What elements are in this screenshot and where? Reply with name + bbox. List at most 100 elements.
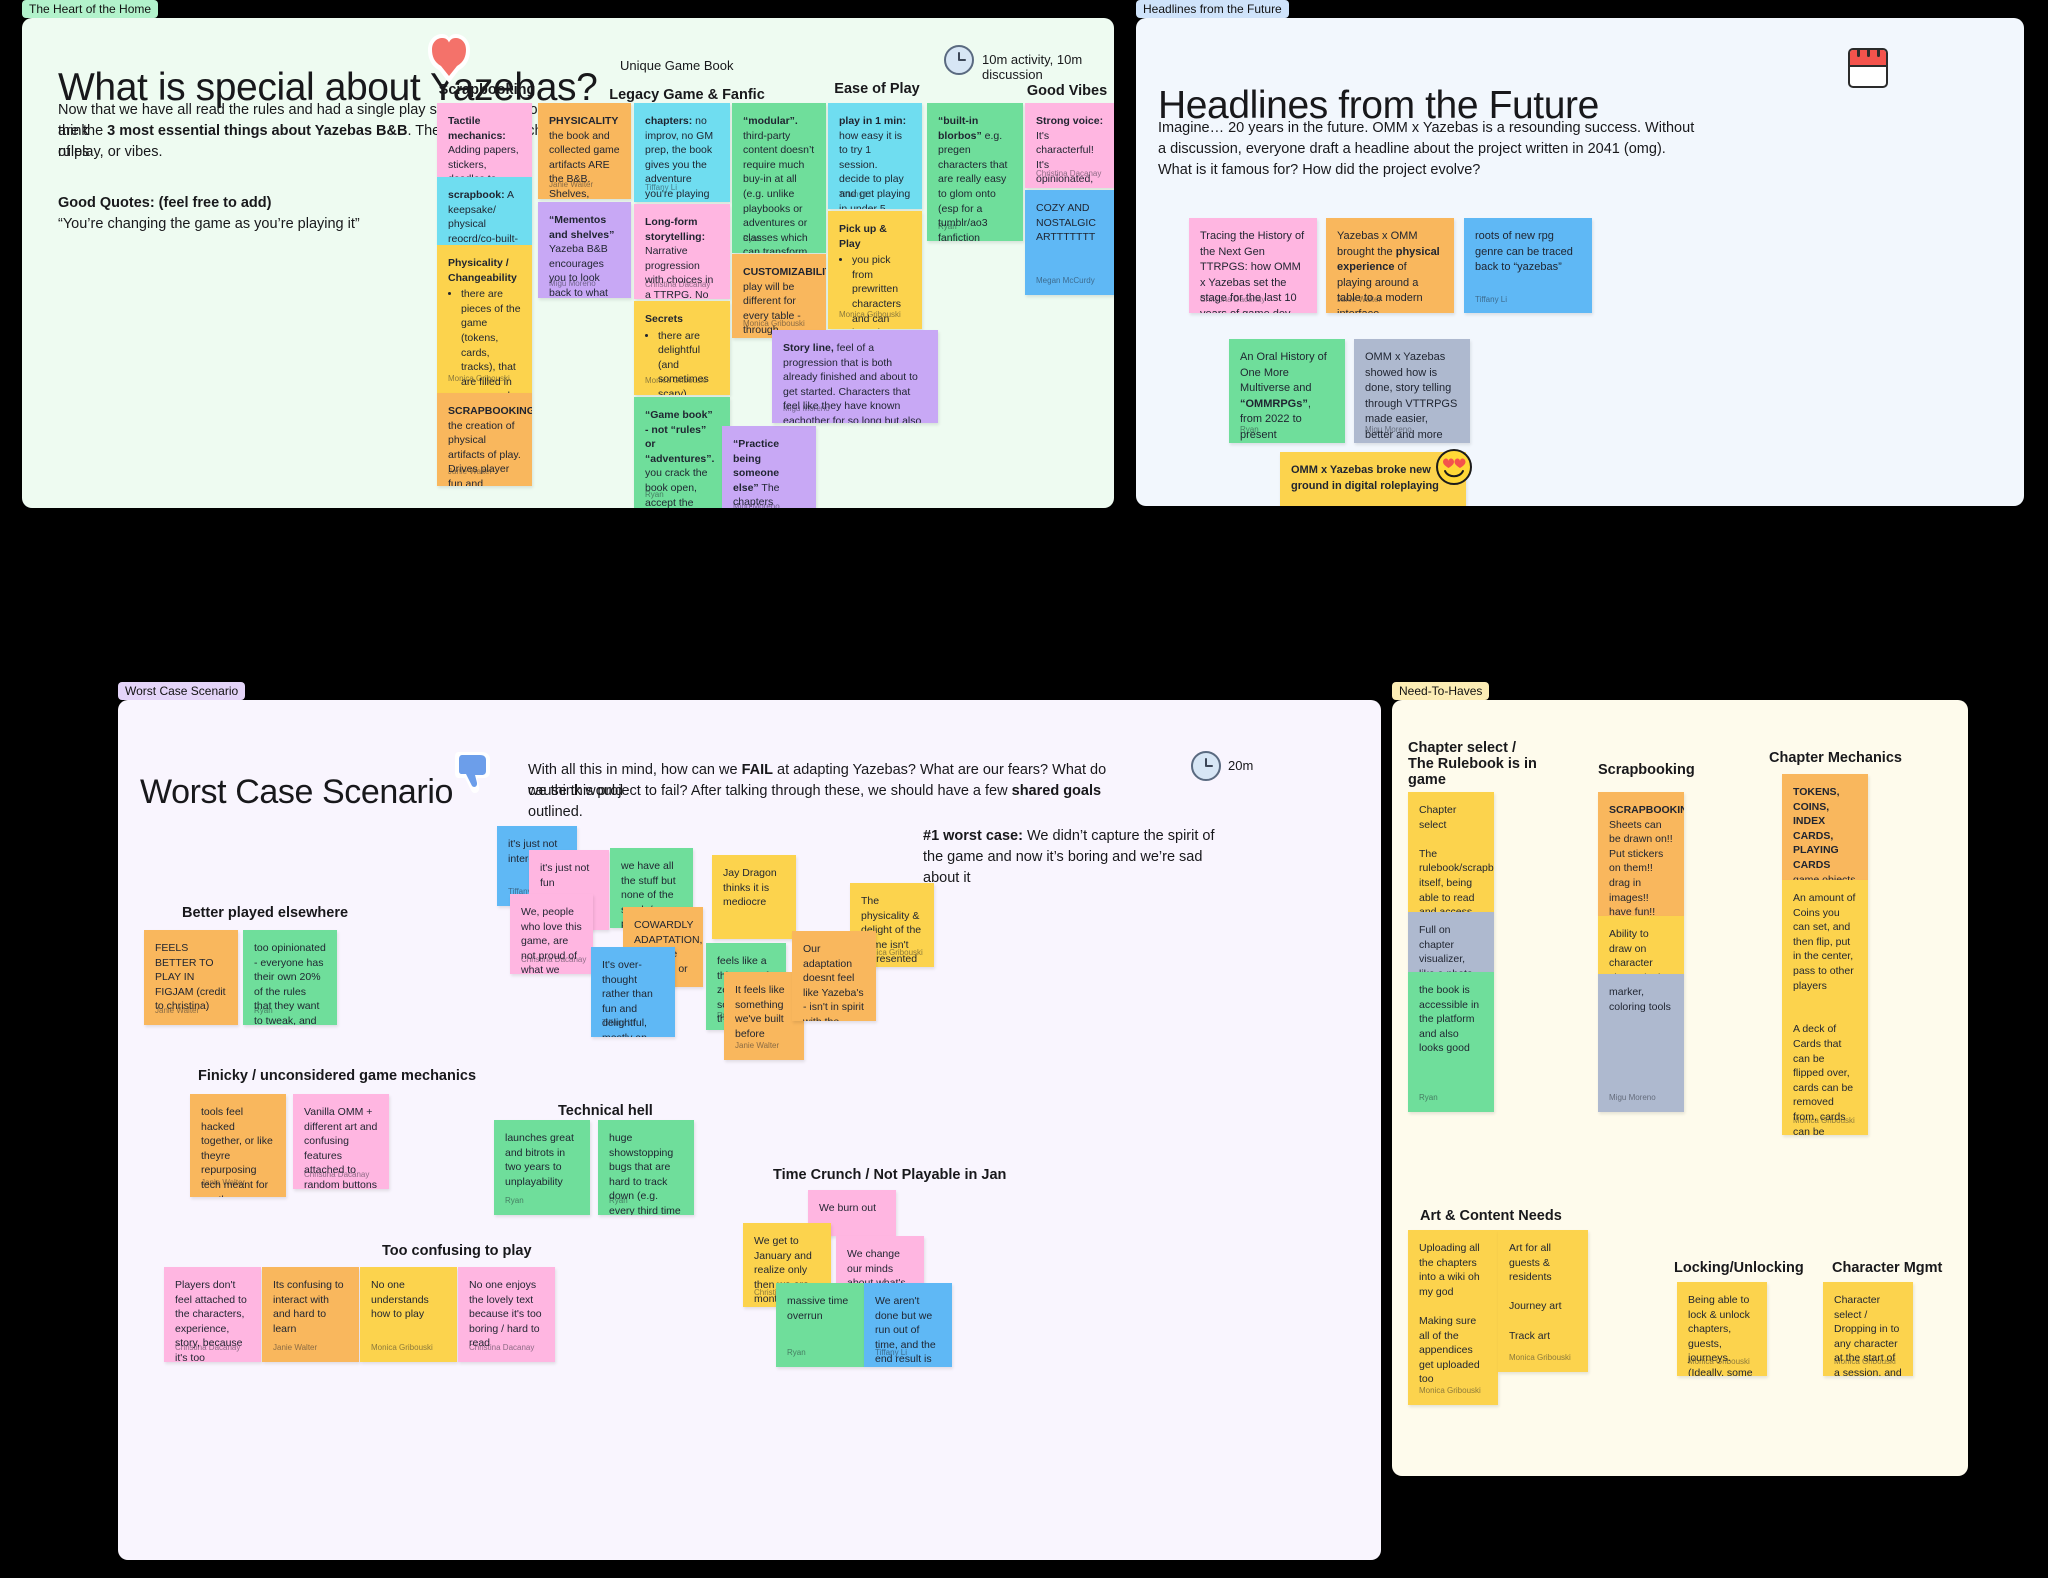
sticky-note[interactable]: roots of new rpg genre can be traced bac… <box>1464 218 1592 313</box>
sticky-note[interactable]: Physicality / Changeability there are pi… <box>437 245 532 393</box>
note-bold: Story line, <box>783 342 834 354</box>
page-title-worst: Worst Case Scenario <box>140 772 454 811</box>
sticky-note[interactable]: Story line, feel of a progression that i… <box>772 330 938 423</box>
heart-eyes-smiley-icon <box>1435 448 1473 486</box>
sticky-note[interactable]: Chapter select The rulebook/scrapbook it… <box>1408 792 1494 912</box>
sticky-note[interactable]: “Practice being someone else” The chapte… <box>722 426 816 508</box>
sticky-note[interactable]: TOKENS, COINS, INDEX CARDS, PLAYING CARD… <box>1782 774 1868 880</box>
sticky-note[interactable]: Yazebas x OMM brought the physical exper… <box>1326 218 1454 313</box>
sticky-note[interactable]: FEELS BETTER TO PLAY IN FIGJAM (credit t… <box>144 930 238 1025</box>
sticky-note[interactable]: It's over-thought rather than fun and de… <box>591 947 675 1037</box>
sticky-note[interactable]: Our adaptation doesnt feel like Yazeba's… <box>792 931 876 1021</box>
sticky-note[interactable]: COZY AND NOSTALGIC ARTTTTTTT Megan McCur… <box>1025 190 1114 295</box>
note-author: Tiffany Li <box>1475 294 1508 304</box>
note-bold: Secrets <box>645 313 683 325</box>
sticky-note[interactable]: Ability to draw on character sheets / ru… <box>1598 916 1684 974</box>
note-author: Monica Gribouski <box>839 310 901 320</box>
sticky-note[interactable]: Secrets there are delightful (and someti… <box>634 301 730 395</box>
sticky-note[interactable]: chapters: no improv, no GM prep, the boo… <box>634 103 730 202</box>
note-text: Pick up & Play <box>839 222 911 251</box>
sticky-note[interactable]: Players don't feel attached to the chara… <box>164 1267 261 1362</box>
sticky-note[interactable]: OMM x Yazebas showed how is done, story … <box>1354 339 1470 443</box>
sticky-note[interactable]: Its confusing to interact with and hard … <box>262 1267 359 1362</box>
heart-pin-icon <box>426 32 472 84</box>
note-text: Full on chapter visualizer, like a photo… <box>1419 924 1473 972</box>
sticky-note[interactable]: “modular”. third-party content doesn’t r… <box>732 103 826 253</box>
note-bold: “built-in blorbos” <box>938 115 982 142</box>
frame-label-headlines[interactable]: Headlines from the Future <box>1136 0 1289 18</box>
cluster-title-character-mgmt: Character Mgmt <box>1832 1260 1943 1276</box>
sticky-note[interactable]: Strong voice: It's characterful! It's op… <box>1025 103 1114 188</box>
note-pre: An Oral History of One More Multiverse a… <box>1240 351 1330 394</box>
cluster-title-too-confusing: Too confusing to play <box>382 1243 532 1259</box>
frame-worst-case-scenario[interactable]: Worst Case Scenario Worst Case Scenario … <box>118 682 1381 1560</box>
sticky-note[interactable]: CUSTOMIZABILITY play will be different f… <box>732 254 826 338</box>
sticky-note[interactable]: An Oral History of One More Multiverse a… <box>1229 339 1345 443</box>
cluster-title-finicky: Finicky / unconsidered game mechanics <box>198 1068 477 1084</box>
note-author: Megan McCurdy <box>1036 276 1095 286</box>
note-text: marker, coloring tools <box>1609 986 1671 1013</box>
note-text: OMM x Yazebas broke new ground in digita… <box>1291 463 1455 506</box>
sticky-note[interactable]: Full on chapter visualizer, like a photo… <box>1408 912 1494 972</box>
sticky-note[interactable]: “Game book” - not “rules” or “adventures… <box>634 397 730 508</box>
sticky-note[interactable]: tools feel hacked together, or like they… <box>190 1094 286 1197</box>
frame-heart-of-the-home[interactable]: The Heart of the Home What is special ab… <box>22 0 1114 508</box>
worst-blurb-2: cause this project to fail? After talkin… <box>528 781 1148 823</box>
unique-game-book-label: Unique Game Book <box>620 58 734 73</box>
sticky-note[interactable]: Long-form storytelling: Narrative progre… <box>634 204 730 299</box>
note-text: “Practice being someone else” The chapte… <box>733 437 805 508</box>
sticky-note[interactable]: Tracing the History of the Next Gen TTRP… <box>1189 218 1317 313</box>
note-text: Chapter select The rulebook/scrapbook it… <box>1419 804 1494 912</box>
note-text: We burn out <box>819 1202 877 1214</box>
note-text: scrapbook: A keepsake/ physical reocrd/c… <box>448 188 521 245</box>
sticky-note[interactable]: play in 1 min: how easy it is to try 1 s… <box>828 103 922 209</box>
frame-headlines-from-the-future[interactable]: Headlines from the Future Headlines from… <box>1136 0 2024 506</box>
headlines-blurb-2: a discussion, everyone draft a headline … <box>1158 141 1666 157</box>
sticky-note[interactable]: SCRAPBOOKING Sheets can be drawn on!! Pu… <box>1598 792 1684 916</box>
cluster-title-art-content: Art & Content Needs <box>1420 1208 1562 1224</box>
note-author: Janie Walter <box>1337 294 1382 304</box>
sticky-note[interactable]: An amount of Coins you can set, and then… <box>1782 880 1868 1135</box>
sticky-note[interactable]: SCRAPBOOKING the creation of physical ar… <box>437 393 532 486</box>
heart-intro-line3: of play, or vibes. <box>58 144 163 160</box>
sticky-note[interactable]: PHYSICALITY the book and collected game … <box>538 103 631 199</box>
cluster-title-scrapbooking-need: Scrapbooking <box>1598 762 1695 778</box>
sticky-note[interactable]: Being able to lock & unlock chapters, gu… <box>1677 1282 1767 1376</box>
note-author: Tiffany Li <box>602 1018 635 1028</box>
sticky-note[interactable]: Uploading all the chapters into a wiki o… <box>1408 1230 1498 1405</box>
sticky-note[interactable]: scrapbook: A keepsake/ physical reocrd/c… <box>437 177 532 245</box>
note-text: massive time overrun <box>787 1295 852 1322</box>
worst-blurb-pre: With all this in mind, how can we <box>528 762 742 778</box>
frame-label-need[interactable]: Need-To-Haves <box>1392 682 1490 700</box>
note-text: Uploading all the chapters into a wiki o… <box>1419 1242 1480 1386</box>
sticky-note[interactable]: No one enjoys the lovely text because it… <box>458 1267 555 1362</box>
clock-icon-heart <box>944 45 974 75</box>
sticky-note[interactable]: Tactile mechanics: Adding papers, sticke… <box>437 103 532 177</box>
sticky-note[interactable]: Vanilla OMM + different art and confusin… <box>293 1094 389 1189</box>
headlines-blurb-1: Imagine… 20 years in the future. OMM x Y… <box>1158 120 1695 136</box>
note-text: COZY AND NOSTALGIC ARTTTTTTT <box>1036 202 1099 244</box>
sticky-note[interactable]: Pick up & Play you pick from prewritten … <box>828 211 922 329</box>
sticky-note[interactable]: No one understands how to play Monica Gr… <box>360 1267 457 1362</box>
frame-label-heart[interactable]: The Heart of the Home <box>22 0 159 18</box>
frame-label-worst[interactable]: Worst Case Scenario <box>118 682 246 700</box>
sticky-note[interactable]: the book is accessible in the platform a… <box>1408 972 1494 1112</box>
cluster-title-better-played: Better played elsewhere <box>182 905 349 921</box>
note-text: TOKENS, COINS, INDEX CARDS, PLAYING CARD… <box>1793 785 1857 880</box>
sticky-note[interactable]: massive time overrun Ryan <box>776 1283 864 1367</box>
sticky-note[interactable]: marker, coloring tools Migu Moreno <box>1598 974 1684 1112</box>
sticky-note[interactable]: “built-in blorbos” e.g. pregen character… <box>927 103 1023 241</box>
frame-need-to-haves[interactable]: Need-To-Haves Chapter select / The Ruleb… <box>1392 682 1968 1476</box>
sticky-note[interactable]: Jay Dragon thinks it is mediocre <box>712 855 796 939</box>
sticky-note[interactable]: “Mementos and shelves” Yazeba B&B encour… <box>538 202 631 298</box>
note-author: Ryan <box>1419 1093 1438 1103</box>
sticky-note[interactable]: Character select / Dropping in to any ch… <box>1823 1282 1913 1376</box>
sticky-note[interactable]: launches great and bitrots in two years … <box>494 1120 590 1215</box>
good-quotes-heading: Good Quotes: (feel free to add) <box>58 195 272 211</box>
note-author: Migu Moreno <box>1609 1093 1656 1103</box>
sticky-note[interactable]: We, people who love this game, are not p… <box>510 894 593 974</box>
sticky-note[interactable]: huge showstopping bugs that are hard to … <box>598 1120 694 1215</box>
sticky-note[interactable]: Art for all guests & residents Journey a… <box>1498 1230 1588 1372</box>
sticky-note[interactable]: We aren't done but we run out of time, a… <box>864 1283 952 1367</box>
sticky-note[interactable]: too opinionated - everyone has their own… <box>243 930 337 1025</box>
